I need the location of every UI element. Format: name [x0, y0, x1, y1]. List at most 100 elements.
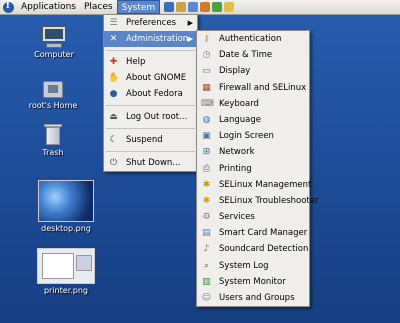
menu-item-label: Suspend [126, 135, 163, 145]
menu-separator [106, 50, 195, 51]
admin-item-display[interactable]: ▭ Display [197, 63, 309, 79]
menu-item-label: Shut Down... [126, 158, 181, 168]
printer-png-label: printer.png [43, 286, 89, 295]
admin-item-selinux-management[interactable]: ✱ SELinux Management [197, 177, 312, 193]
admin-item-date-time[interactable]: ◷ Date & Time [197, 47, 309, 63]
menu-item-label: System Monitor [219, 276, 286, 287]
menu-item-label: About Fedora [126, 89, 183, 99]
power-icon: ⏻ [109, 158, 118, 168]
menu-item-label: Smart Card Manager [219, 228, 308, 239]
panel-launchers [164, 2, 235, 12]
administration-submenu: ⚷ Authentication ◷ Date & Time ▭ Display ▦ Fire… [196, 30, 319, 308]
admin-item-system-log[interactable]: ⌕ System Log [197, 258, 309, 274]
menu-item-label: Help [126, 57, 146, 67]
firewall-icon: ▦ [202, 82, 211, 93]
administration-icon: ✕ [109, 34, 118, 44]
smartcard-icon: ▤ [202, 228, 211, 239]
admin-item-network[interactable]: ⊞ Network [197, 144, 309, 160]
logout-icon: ⏏ [109, 112, 118, 122]
speaker-icon: ♪ [203, 244, 210, 255]
menu-item-label: About GNOME [126, 73, 187, 83]
menu-item-label: Language [219, 114, 261, 125]
admin-item-login-screen[interactable]: ▣ Login Screen [197, 128, 309, 144]
desktop-icon-trash[interactable]: Trash [36, 124, 70, 157]
menu-item-label: Display [219, 66, 251, 77]
preferences-icon: ☰ [109, 18, 118, 28]
monitor-icon: ▥ [202, 276, 211, 287]
keyboard-icon: ⌨ [201, 98, 214, 109]
trash-label: Trash [42, 148, 64, 157]
home-label: root's Home [28, 101, 78, 110]
users-icon: ☺ [201, 293, 212, 303]
top-panel: Applications Places System [0, 0, 400, 15]
image-thumbnail-icon [37, 248, 95, 284]
admin-item-services[interactable]: ⚙ Services [197, 209, 309, 225]
image-thumbnail-icon [38, 180, 94, 222]
menu-item-label: Network [219, 147, 255, 158]
computer-icon [40, 26, 68, 48]
email-icon[interactable] [176, 2, 187, 12]
desktop-icon-printer-png[interactable]: printer.png [36, 248, 96, 295]
writer-icon[interactable] [188, 2, 199, 12]
menu-item-label: Log Out root... [126, 112, 188, 122]
menu-item-logout[interactable]: ⏏ Log Out root... [104, 109, 197, 125]
suspend-icon: ☾ [109, 135, 118, 145]
printer-icon: ⎙ [202, 163, 211, 174]
menu-item-label: Keyboard [219, 98, 259, 109]
notes-icon[interactable] [224, 2, 235, 12]
fedora-logo-icon[interactable] [3, 1, 14, 13]
menu-item-about-gnome[interactable]: ✋ About GNOME [104, 70, 197, 86]
menu-item-label: SELinux Management [219, 179, 312, 190]
menu-item-label: Users and Groups [219, 293, 295, 303]
impress-icon[interactable] [200, 2, 211, 12]
calc-icon[interactable] [212, 2, 223, 12]
help-icon: ✚ [109, 57, 118, 67]
admin-item-smart-card-manager[interactable]: ▤ Smart Card Manager [197, 225, 309, 241]
selinux-troubleshooter-icon: ✱ [202, 195, 211, 206]
menu-separator [106, 128, 195, 129]
log-icon: ⌕ [203, 260, 210, 271]
trash-icon [44, 124, 62, 146]
menu-separator [106, 151, 195, 152]
services-icon: ⚙ [202, 212, 211, 223]
desktop-icon-desktop-png[interactable]: desktop.png [36, 180, 96, 233]
menu-item-label: Login Screen [219, 131, 274, 142]
menu-item-label: Services [219, 212, 255, 223]
menu-item-label: Administration [126, 34, 189, 44]
menu-item-help[interactable]: ✚ Help [104, 54, 197, 70]
admin-item-authentication[interactable]: ⚷ Authentication [197, 31, 309, 47]
admin-item-soundcard-detection[interactable]: ♪ Soundcard Detection [197, 241, 309, 257]
menu-separator [106, 105, 195, 106]
admin-item-system-monitor[interactable]: ▥ System Monitor [197, 274, 309, 290]
desktop-icon-computer[interactable]: Computer [34, 26, 74, 59]
admin-item-firewall-and-selinux[interactable]: ▦ Firewall and SELinux [197, 80, 309, 96]
menu-item-label: Printing [219, 163, 252, 174]
web-browser-icon[interactable] [164, 2, 175, 12]
selinux-icon: ✱ [202, 179, 211, 190]
menu-item-label: Preferences [126, 18, 176, 28]
admin-item-language[interactable]: ◍ Language [197, 112, 309, 128]
applications-menu[interactable]: Applications [17, 0, 80, 14]
menu-item-suspend[interactable]: ☾ Suspend [104, 132, 197, 148]
display-icon: ▭ [202, 66, 211, 77]
login-icon: ▣ [202, 131, 211, 142]
desktop-icon-home[interactable]: root's Home [26, 77, 80, 110]
menu-item-administration[interactable]: ✕ Administration ▶ [104, 31, 197, 47]
menu-item-label: Authentication [219, 34, 282, 44]
admin-item-selinux-troubleshooter[interactable]: ✱ SELinux Troubleshooter [197, 193, 319, 209]
system-dropdown-menu: ☰ Preferences ▶ ✕ Administration ▶ ✚ Hel… [103, 14, 198, 172]
admin-item-keyboard[interactable]: ⌨ Keyboard [197, 96, 309, 112]
menu-item-about-fedora[interactable]: ● About Fedora [104, 86, 197, 102]
submenu-arrow-icon: ▶ [187, 35, 193, 43]
menu-item-preferences[interactable]: ☰ Preferences ▶ [104, 15, 197, 31]
admin-item-printing[interactable]: ⎙ Printing [197, 161, 309, 177]
fedora-icon: ● [109, 89, 118, 99]
system-menu[interactable]: System [116, 0, 161, 14]
key-icon: ⚷ [203, 34, 210, 44]
submenu-arrow-icon: ▶ [187, 19, 193, 27]
admin-item-users-and-groups[interactable]: ☺ Users and Groups [197, 290, 309, 306]
menu-item-label: Soundcard Detection [219, 244, 309, 255]
desktop-png-label: desktop.png [41, 224, 91, 233]
menu-item-shutdown[interactable]: ⏻ Shut Down... [104, 155, 197, 171]
places-menu[interactable]: Places [80, 0, 117, 14]
